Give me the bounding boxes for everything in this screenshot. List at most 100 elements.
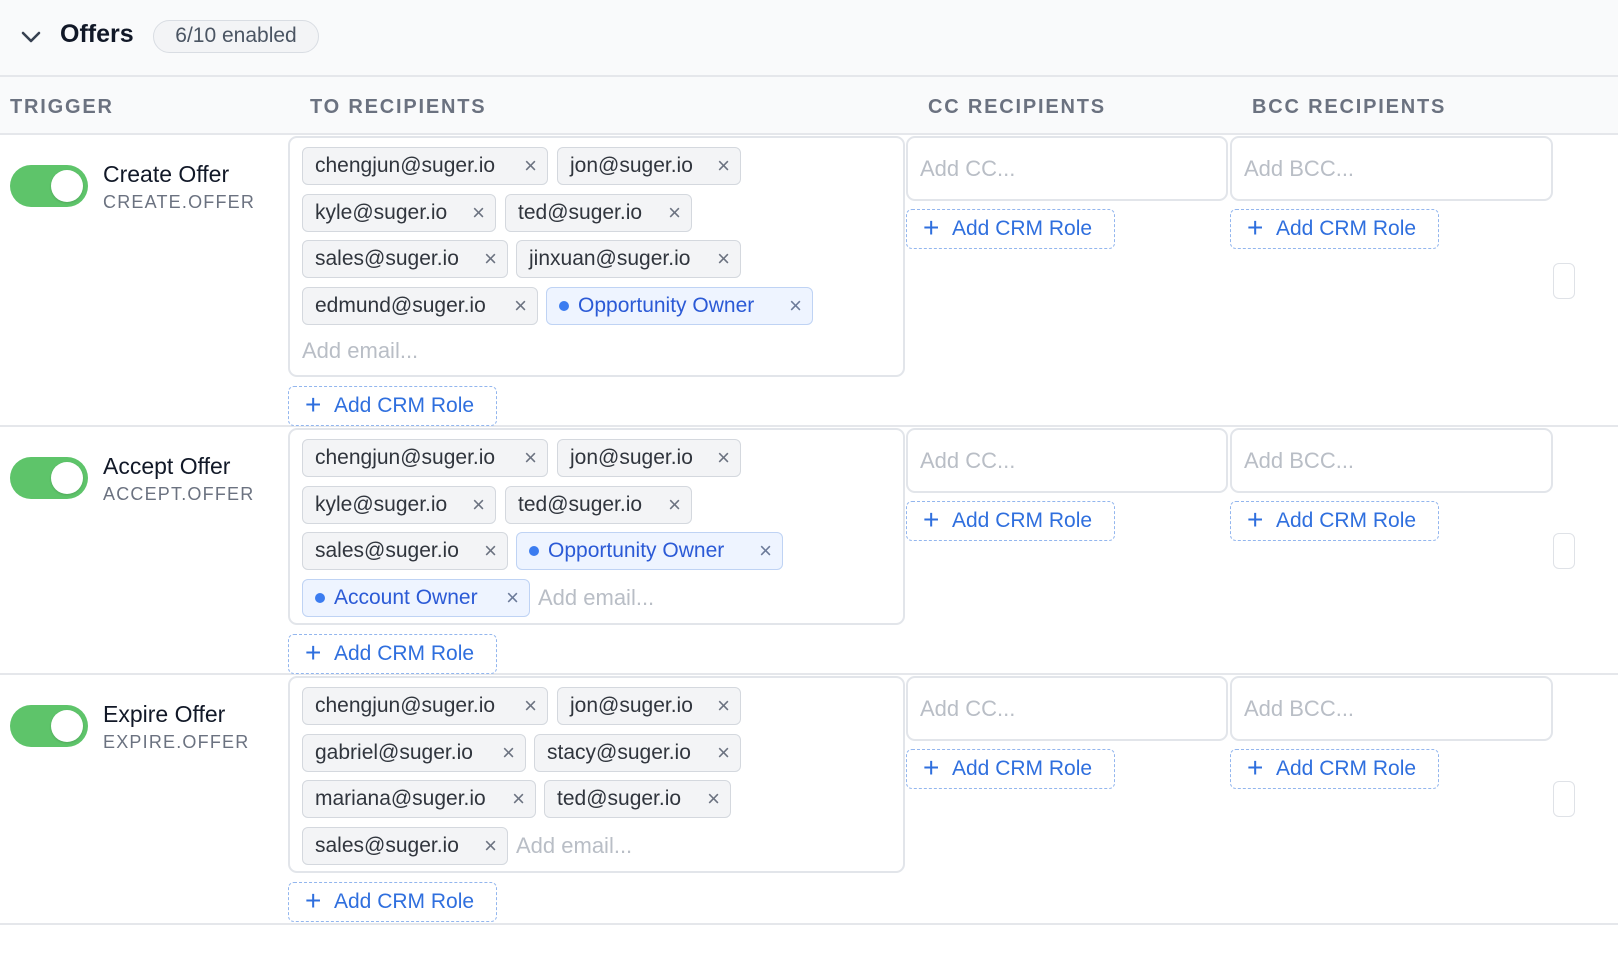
enable-toggle[interactable] xyxy=(10,457,88,499)
chip-label: Opportunity Owner xyxy=(548,539,725,562)
recipient-chip: kyle@suger.io × xyxy=(302,194,496,232)
enable-toggle[interactable] xyxy=(10,705,88,747)
recipient-chip: mariana@suger.io × xyxy=(302,780,536,818)
cc-recipients-field[interactable]: Add CC... xyxy=(906,136,1228,201)
remove-icon[interactable]: × xyxy=(484,533,497,568)
add-crm-role-button[interactable]: + Add CRM Role xyxy=(288,882,497,922)
add-crm-role-button[interactable]: + Add CRM Role xyxy=(288,634,497,674)
add-email-input[interactable]: Add email... xyxy=(302,338,418,364)
plus-icon: + xyxy=(305,885,322,916)
remove-icon[interactable]: × xyxy=(668,195,681,230)
recipient-chip: kyle@suger.io × xyxy=(302,486,496,524)
chip-label: ted@suger.io xyxy=(518,201,643,224)
add-email-input[interactable]: Add email... xyxy=(516,833,632,859)
bcc-placeholder: Add BCC... xyxy=(1244,448,1355,473)
add-crm-role-button[interactable]: + Add CRM Role xyxy=(1230,749,1439,789)
enable-toggle[interactable] xyxy=(10,165,88,207)
remove-icon[interactable]: × xyxy=(524,688,537,723)
remove-icon[interactable]: × xyxy=(524,440,537,475)
row-action-button[interactable] xyxy=(1553,263,1575,299)
remove-icon[interactable]: × xyxy=(472,487,485,522)
add-crm-role-button[interactable]: + Add CRM Role xyxy=(1230,501,1439,541)
button-label: Add CRM Role xyxy=(1276,509,1417,532)
row-action-button[interactable] xyxy=(1553,781,1575,817)
recipient-chip: jinxuan@suger.io × xyxy=(516,240,741,278)
remove-icon[interactable]: × xyxy=(668,487,681,522)
remove-icon[interactable]: × xyxy=(717,148,730,183)
crm-role-chip: Opportunity Owner × xyxy=(546,287,813,325)
remove-icon[interactable]: × xyxy=(502,735,515,770)
role-dot-icon xyxy=(315,593,325,603)
chip-label: sales@suger.io xyxy=(315,834,459,857)
remove-icon[interactable]: × xyxy=(717,440,730,475)
remove-icon[interactable]: × xyxy=(524,148,537,183)
column-header-cc: CC RECIPIENTS xyxy=(928,96,1106,118)
row-action-button[interactable] xyxy=(1553,533,1575,569)
bcc-recipients-field[interactable]: Add BCC... xyxy=(1230,136,1553,201)
remove-icon[interactable]: × xyxy=(472,195,485,230)
cc-recipients-field[interactable]: Add CC... xyxy=(906,428,1228,493)
bcc-recipients-field[interactable]: Add BCC... xyxy=(1230,676,1553,741)
role-dot-icon xyxy=(559,301,569,311)
recipient-chip: gabriel@suger.io × xyxy=(302,734,526,772)
chip-label: sales@suger.io xyxy=(315,539,459,562)
trigger-name: Accept Offer xyxy=(103,453,231,479)
to-recipients-field[interactable]: chengjun@suger.io × jon@suger.io × kyle@su… xyxy=(288,428,905,625)
remove-icon[interactable]: × xyxy=(717,241,730,276)
recipient-chip: edmund@suger.io × xyxy=(302,287,538,325)
remove-icon[interactable]: × xyxy=(512,781,525,816)
button-label: Add CRM Role xyxy=(1276,217,1417,240)
to-recipients-field[interactable]: chengjun@suger.io × jon@suger.io × gabriel… xyxy=(288,676,905,873)
chip-label: ted@suger.io xyxy=(518,493,643,516)
bcc-placeholder: Add BCC... xyxy=(1244,696,1355,721)
add-crm-role-button[interactable]: + Add CRM Role xyxy=(1230,209,1439,249)
button-label: Add CRM Role xyxy=(334,394,475,417)
button-label: Add CRM Role xyxy=(952,757,1093,780)
chip-label: jon@suger.io xyxy=(570,446,693,469)
section-header: Offers 6/10 enabled xyxy=(0,0,1618,77)
chip-label: chengjun@suger.io xyxy=(315,694,496,717)
recipient-chip: ted@suger.io × xyxy=(544,780,731,818)
add-crm-role-button[interactable]: + Add CRM Role xyxy=(288,386,497,426)
add-crm-role-button[interactable]: + Add CRM Role xyxy=(906,749,1115,789)
chip-label: Opportunity Owner xyxy=(578,294,755,317)
add-crm-role-button[interactable]: + Add CRM Role xyxy=(906,501,1115,541)
add-email-input[interactable]: Add email... xyxy=(538,585,654,611)
chip-label: gabriel@suger.io xyxy=(315,741,473,764)
chip-label: sales@suger.io xyxy=(315,247,459,270)
plus-icon: + xyxy=(923,212,940,243)
remove-icon[interactable]: × xyxy=(514,288,527,323)
add-crm-role-button[interactable]: + Add CRM Role xyxy=(906,209,1115,249)
chip-label: Account Owner xyxy=(334,586,478,609)
trigger-code: EXPIRE.OFFER xyxy=(103,732,250,752)
recipient-chip: jon@suger.io × xyxy=(557,147,741,185)
button-label: Add CRM Role xyxy=(334,890,475,913)
recipient-chip: chengjun@suger.io × xyxy=(302,439,548,477)
bcc-recipients-field[interactable]: Add BCC... xyxy=(1230,428,1553,493)
remove-icon[interactable]: × xyxy=(759,533,772,568)
column-header-to: TO RECIPIENTS xyxy=(310,96,487,118)
table-row: Create Offer CREATE.OFFER chengjun@suger… xyxy=(0,135,1618,427)
remove-icon[interactable]: × xyxy=(506,580,519,615)
recipient-chip: ted@suger.io × xyxy=(505,194,692,232)
remove-icon[interactable]: × xyxy=(484,241,497,276)
remove-icon[interactable]: × xyxy=(707,781,720,816)
remove-icon[interactable]: × xyxy=(717,735,730,770)
toggle-knob xyxy=(51,462,83,494)
remove-icon[interactable]: × xyxy=(789,288,802,323)
remove-icon[interactable]: × xyxy=(484,828,497,863)
cc-recipients-field[interactable]: Add CC... xyxy=(906,676,1228,741)
chevron-down-icon[interactable] xyxy=(20,27,42,47)
to-recipients-field[interactable]: chengjun@suger.io × jon@suger.io × kyle@su… xyxy=(288,136,905,377)
button-label: Add CRM Role xyxy=(952,217,1093,240)
recipient-chip: chengjun@suger.io × xyxy=(302,147,548,185)
chip-label: jinxuan@suger.io xyxy=(529,247,691,270)
chip-label: kyle@suger.io xyxy=(315,201,448,224)
chip-label: jon@suger.io xyxy=(570,154,693,177)
enabled-count-badge: 6/10 enabled xyxy=(153,20,319,53)
column-header-bcc: BCC RECIPIENTS xyxy=(1252,96,1447,118)
role-dot-icon xyxy=(529,546,539,556)
recipient-chip: ted@suger.io × xyxy=(505,486,692,524)
recipient-chip: jon@suger.io × xyxy=(557,439,741,477)
remove-icon[interactable]: × xyxy=(717,688,730,723)
